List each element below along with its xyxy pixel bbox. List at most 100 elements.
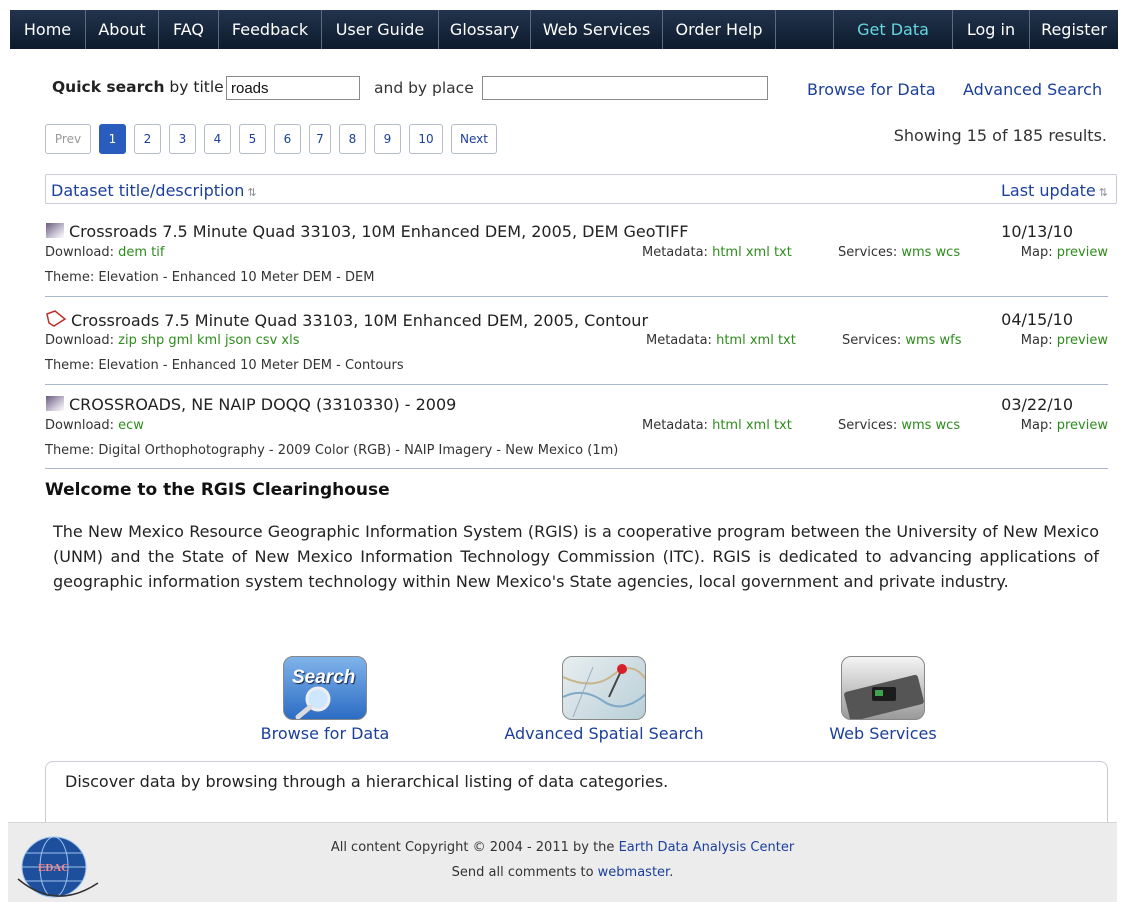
nav-order-help[interactable]: Order Help [663,10,776,49]
row-divider [45,384,1108,385]
keyboard-graphic [844,674,924,719]
by-place-label: and by place [374,79,474,97]
sort-by-title[interactable]: Dataset title/description ⇅ [51,181,257,200]
map-label: Map: [1020,333,1053,348]
dataset-title-text: Crossroads 7.5 Minute Quad 33103, 10M En… [71,311,649,330]
services-label: Services: [838,245,898,260]
web-services-icon[interactable] [841,656,925,720]
download-links: Download: ecw [45,418,144,433]
web-services-feature: Web Services [823,656,943,743]
top-nav-bar: Home About FAQ Feedback User Guide Gloss… [10,10,1118,49]
page-button-5[interactable]: 5 [239,124,266,154]
place-search-input[interactable] [482,76,768,100]
page-footer: EDAC All content Copyright © 2004 - 2011… [8,822,1117,902]
metadata-formats[interactable]: html xml txt [716,333,796,348]
map-preview-link[interactable]: preview [1057,245,1108,260]
title-search-input[interactable] [226,76,360,100]
prev-page-button[interactable]: Prev [45,124,91,154]
map-label: Map: [1020,418,1053,433]
page-button-10[interactable]: 10 [409,124,443,154]
dataset-title[interactable]: CROSSROADS, NE NAIP DOQQ (3310330) - 200… [45,395,456,414]
nav-spacer [776,10,834,49]
comments-line: Send all comments to webmaster. [451,865,674,880]
nav-glossary[interactable]: Glossary [439,10,531,49]
row-divider [45,296,1108,297]
metadata-formats[interactable]: html xml txt [712,245,792,260]
welcome-heading: Welcome to the RGIS Clearinghouse [45,480,390,500]
nav-faq[interactable]: FAQ [159,10,219,49]
col-title-label: Dataset title/description [51,181,245,200]
copyright-line: All content Copyright © 2004 - 2011 by t… [8,840,1117,855]
services-links: Services: wms wcs [838,245,960,260]
web-services-caption[interactable]: Web Services [823,724,943,743]
service-types[interactable]: wms wfs [905,333,961,348]
webmaster-link[interactable]: webmaster [598,865,670,880]
feature-description-box: Discover data by browsing through a hier… [45,761,1108,831]
page-button-2[interactable]: 2 [134,124,161,154]
page-button-9[interactable]: 9 [374,124,401,154]
dataset-row: Crossroads 7.5 Minute Quad 33103, 10M En… [45,222,1108,292]
dataset-title[interactable]: Crossroads 7.5 Minute Quad 33103, 10M En… [45,310,648,330]
metadata-links: Metadata: html xml txt [642,418,792,433]
page-button-1[interactable]: 1 [99,124,126,154]
download-formats[interactable]: dem tif [118,245,164,260]
browse-for-data-caption[interactable]: Browse for Data [258,724,392,743]
download-label: Download: [45,245,114,260]
last-update-date: 10/13/10 [1001,222,1073,241]
sort-arrows-icon: ⇅ [247,186,257,199]
feature-description-text: Discover data by browsing through a hier… [65,772,669,791]
browse-for-data-link[interactable]: Browse for Data [807,80,936,99]
quick-search-label: Quick search by title [52,78,224,96]
search-icon[interactable]: Search [283,656,367,720]
dataset-row: Crossroads 7.5 Minute Quad 33103, 10M En… [45,310,1108,380]
advanced-search-link[interactable]: Advanced Search [963,80,1102,99]
magnifier-icon [295,686,331,719]
page-button-8[interactable]: 8 [339,124,366,154]
edac-link[interactable]: Earth Data Analysis Center [619,840,795,855]
raster-icon [46,396,64,411]
nav-register[interactable]: Register [1030,10,1118,49]
pagination: Prev 1 2 3 4 5 6 7 8 9 10 Next [45,124,497,154]
nav-home[interactable]: Home [10,10,86,49]
nav-web-services[interactable]: Web Services [531,10,663,49]
col-update-label: Last update [1000,181,1096,200]
sort-arrows-icon: ⇅ [1098,186,1108,199]
polygon-icon [46,310,67,327]
metadata-label: Metadata: [642,245,708,260]
map-preview-link[interactable]: preview [1057,333,1108,348]
download-label: Download: [45,418,114,433]
dataset-title-text: Crossroads 7.5 Minute Quad 33103, 10M En… [69,222,689,241]
results-table-header: Dataset title/description ⇅ Last update ⇅ [45,174,1117,204]
map-pin-icon[interactable] [562,656,646,720]
download-formats[interactable]: zip shp gml kml json csv xls [118,333,299,348]
next-page-button[interactable]: Next [451,124,497,154]
nav-user-guide[interactable]: User Guide [322,10,439,49]
advanced-spatial-search-caption[interactable]: Advanced Spatial Search [504,724,704,743]
service-types[interactable]: wms wcs [901,418,960,433]
dataset-title[interactable]: Crossroads 7.5 Minute Quad 33103, 10M En… [45,222,688,241]
service-types[interactable]: wms wcs [901,245,960,260]
page-button-7[interactable]: 7 [309,124,331,154]
page-button-6[interactable]: 6 [274,124,301,154]
browse-for-data-feature: Search Browse for Data [258,656,392,743]
welcome-text: The New Mexico Resource Geographic Infor… [53,522,1099,591]
map-graphic [563,664,645,718]
dataset-theme: Theme: Elevation - Enhanced 10 Meter DEM… [45,358,404,373]
download-label: Download: [45,333,114,348]
nav-get-data[interactable]: Get Data [834,10,953,49]
services-links: Services: wms wfs [842,333,962,348]
copyright-text: All content Copyright © 2004 - 2011 by t… [330,840,619,855]
nav-feedback[interactable]: Feedback [219,10,322,49]
sort-by-last-update[interactable]: Last update ⇅ [1001,181,1108,200]
nav-about[interactable]: About [86,10,159,49]
map-preview-link[interactable]: preview [1057,418,1108,433]
comments-text: Send all comments to [451,865,598,880]
map-label: Map: [1020,245,1053,260]
download-formats[interactable]: ecw [118,418,144,433]
metadata-label: Metadata: [642,418,708,433]
metadata-formats[interactable]: html xml txt [712,418,792,433]
services-label: Services: [838,418,898,433]
nav-log-in[interactable]: Log in [953,10,1030,49]
page-button-3[interactable]: 3 [169,124,196,154]
page-button-4[interactable]: 4 [204,124,231,154]
